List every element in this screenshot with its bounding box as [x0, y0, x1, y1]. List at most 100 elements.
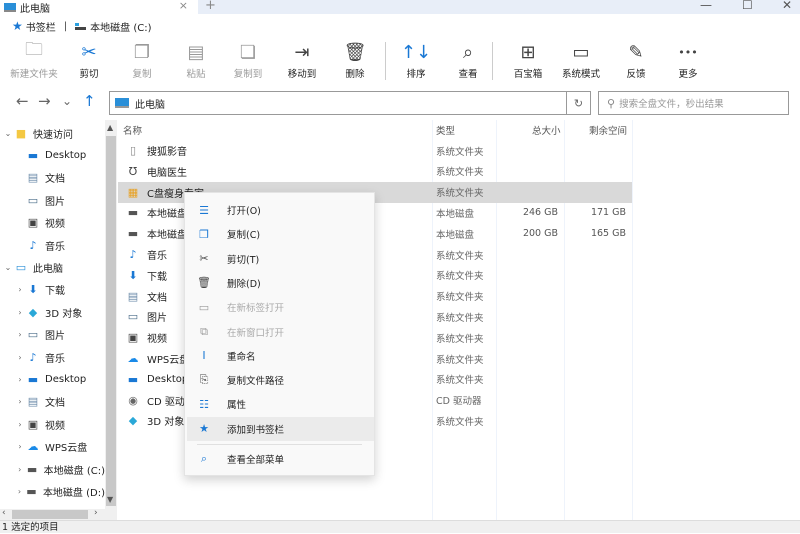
- chevron-right-icon[interactable]: ›: [14, 487, 25, 496]
- sidebar-item[interactable]: › ☁ WPS云盘: [0, 436, 105, 458]
- sidebar-item-label: 本地磁盘 (C:): [43, 465, 105, 477]
- sidebar-item[interactable]: ▣ 视频: [0, 212, 105, 234]
- new-tab-icon: ▭: [198, 300, 210, 314]
- context-menu-item-new-tab[interactable]: ▭ 在新标签打开: [187, 295, 374, 319]
- sidebar-horizontal-scrollbar[interactable]: ‹ ›: [0, 508, 105, 520]
- column-header-total-size[interactable]: 总大小: [532, 123, 561, 137]
- sidebar-item[interactable]: ▭ 图片: [0, 189, 105, 211]
- scroll-up-arrow[interactable]: ▲: [107, 123, 113, 132]
- context-menu-item-copy-path[interactable]: ⎘ 复制文件路径: [187, 368, 374, 392]
- toolbar-button-paste[interactable]: ▤ 粘贴: [170, 40, 222, 81]
- scrollbar-thumb[interactable]: [106, 136, 116, 506]
- chevron-right-icon[interactable]: ›: [14, 442, 26, 451]
- toolbar-button-new-folder[interactable]: 🗀 新建文件夹: [8, 39, 60, 80]
- bookmarks-label[interactable]: 书签栏: [26, 19, 56, 34]
- context-menu-item-properties[interactable]: ☷ 属性: [187, 392, 374, 416]
- context-menu-item-open[interactable]: ☰ 打开(O): [187, 198, 374, 222]
- search-icon: ⚲: [607, 96, 616, 110]
- toolbar-separator: [492, 42, 493, 80]
- up-button[interactable]: ↑: [83, 92, 96, 110]
- sidebar-item[interactable]: ▬ Desktop: [0, 144, 105, 166]
- context-menu-item-new-window[interactable]: ⧉ 在新窗口打开: [187, 320, 374, 344]
- sidebar-item[interactable]: › ▭ 图片: [0, 324, 105, 346]
- chevron-right-icon[interactable]: ›: [14, 420, 26, 429]
- context-menu-item-label: 删除(D): [227, 278, 261, 290]
- sidebar-item[interactable]: › ▬ Desktop: [0, 368, 105, 390]
- new-tab-button[interactable]: +: [205, 0, 216, 13]
- sidebar-item[interactable]: › ▬ 本地磁盘 (C:): [0, 458, 105, 480]
- scroll-down-arrow[interactable]: ▼: [107, 495, 113, 504]
- sidebar-item[interactable]: ⌄ ▭ 此电脑: [0, 256, 105, 278]
- toolbar-button-toolbox[interactable]: ⊞ 百宝箱: [502, 40, 554, 81]
- chevron-right-icon[interactable]: ›: [14, 353, 26, 362]
- chevron-down-icon[interactable]: ⌄: [2, 263, 14, 272]
- drive-icon: ▬: [127, 206, 139, 220]
- toolbar-button-copy-to[interactable]: ❏ 复制到: [222, 40, 274, 81]
- toolbar-button-label: 新建文件夹: [10, 69, 58, 80]
- column-header-name[interactable]: 名称: [123, 123, 142, 137]
- context-menu-item-scissors[interactable]: ✂ 剪切(T): [187, 247, 374, 271]
- scrollbar-thumb[interactable]: [12, 510, 88, 519]
- file-type: 系统文件夹: [436, 354, 484, 366]
- bookmark-item[interactable]: 本地磁盘 (C:): [90, 19, 151, 34]
- scroll-left-arrow[interactable]: ‹: [2, 508, 6, 518]
- file-row[interactable]: ℧ 电脑医生 系统文件夹: [118, 161, 632, 182]
- context-menu-item-star[interactable]: ★ 添加到书签栏: [187, 416, 374, 441]
- toolbar-button-trash[interactable]: 🗑 删除: [329, 40, 381, 81]
- sidebar-item[interactable]: › ▤ 文档: [0, 391, 105, 413]
- sidebar-item-label: 此电脑: [33, 263, 63, 275]
- refresh-icon: ↻: [573, 96, 584, 110]
- address-bar[interactable]: 此电脑: [109, 91, 567, 115]
- toolbar-button-sort[interactable]: ↑↓ 排序: [390, 40, 442, 81]
- scroll-right-arrow[interactable]: ›: [94, 508, 98, 518]
- file-type: 本地磁盘: [436, 229, 475, 241]
- maximize-button[interactable]: ☐: [742, 0, 753, 12]
- sidebar-item[interactable]: ▤ 文档: [0, 167, 105, 189]
- sidebar-item[interactable]: › ⬇ 下载: [0, 279, 105, 301]
- forward-button[interactable]: →: [38, 92, 51, 110]
- open-icon: ☰: [199, 203, 209, 217]
- toolbar-button-monitor[interactable]: ▭ 系统模式: [555, 40, 607, 81]
- toolbar-button-scissors[interactable]: ✂ 剪切: [63, 40, 115, 81]
- toolbar-button-copy[interactable]: ❐ 复制: [116, 40, 168, 81]
- chevron-right-icon[interactable]: ›: [14, 285, 26, 294]
- chevron-right-icon[interactable]: ›: [14, 375, 26, 384]
- context-menu-item-label: 在新窗口打开: [227, 327, 285, 339]
- sidebar-item[interactable]: › ♪ 音乐: [0, 346, 105, 368]
- context-menu-item-trash[interactable]: 🗑 删除(D): [187, 271, 374, 295]
- chevron-down-icon[interactable]: ⌄: [2, 129, 14, 138]
- chevron-right-icon[interactable]: ›: [14, 465, 25, 474]
- toolbar-button-feedback[interactable]: ✎ 反馈: [610, 40, 662, 81]
- context-menu-item-rename[interactable]: I 重命名: [187, 344, 374, 368]
- column-header-free-space[interactable]: 剩余空间: [589, 123, 627, 137]
- context-menu-item-all-menu[interactable]: ⌕ 查看全部菜单: [187, 447, 374, 471]
- file-type: CD 驱动器: [436, 396, 482, 408]
- chevron-right-icon[interactable]: ›: [14, 308, 26, 317]
- column-header-type[interactable]: 类型: [436, 123, 455, 137]
- toolbar-button-label: 复制: [132, 69, 152, 80]
- back-button[interactable]: ←: [16, 92, 29, 110]
- chevron-right-icon[interactable]: ›: [14, 397, 26, 406]
- search-input[interactable]: ⚲ 搜索全盘文件，秒出结果: [598, 91, 789, 115]
- sidebar-vertical-scrollbar[interactable]: ▲ ▼: [105, 120, 117, 520]
- tab-close-button[interactable]: ×: [179, 0, 188, 12]
- recent-locations-button[interactable]: ⌄: [62, 94, 72, 108]
- toolbar: 🗀 新建文件夹 ✂ 剪切 ❐ 复制 ▤ 粘贴 ❏ 复制到 ⇥ 移动到 🗑 删除 ↑↓ 排序 ⌕ 查看 ⊞ 百宝箱 ▭ 系统…: [0, 38, 800, 84]
- sidebar-item[interactable]: › ▬ 本地磁盘 (D:): [0, 480, 105, 502]
- minimize-button[interactable]: —: [700, 0, 712, 12]
- sidebar-item[interactable]: ⌄ ■ 快速访问: [0, 122, 105, 144]
- tab-this-pc[interactable]: 此电脑 ×: [0, 0, 198, 15]
- chevron-right-icon[interactable]: ›: [14, 330, 26, 339]
- toolbar-button-view[interactable]: ⌕ 查看: [442, 40, 494, 81]
- file-row[interactable]: ▯ 搜狐影音 系统文件夹: [118, 140, 632, 161]
- toolbar-button-move-to[interactable]: ⇥ 移动到: [276, 40, 328, 81]
- context-menu-item-copy[interactable]: ❐ 复制(C): [187, 222, 374, 246]
- sidebar-item[interactable]: › ◆ 3D 对象: [0, 301, 105, 323]
- refresh-button[interactable]: ↻: [567, 91, 591, 115]
- close-button[interactable]: ✕: [782, 0, 792, 12]
- pictures-icon: ▭: [127, 310, 139, 324]
- sidebar-item[interactable]: ♪ 音乐: [0, 234, 105, 256]
- toolbar-button-more[interactable]: ••• 更多: [662, 40, 714, 81]
- drive-icon: ▬: [127, 227, 139, 241]
- sidebar-item[interactable]: › ▣ 视频: [0, 413, 105, 435]
